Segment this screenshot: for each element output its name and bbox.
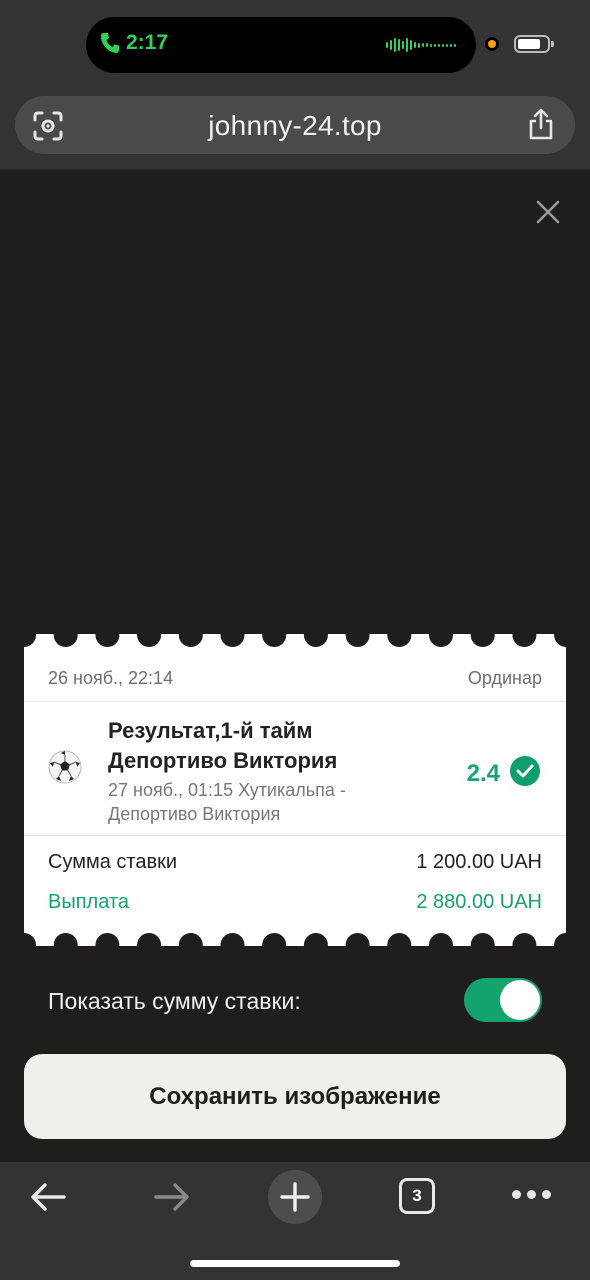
ticket-top-edge [24,634,566,648]
url-text: johnny-24.top [208,110,382,141]
show-stake-label: Показать сумму ставки: [48,988,301,1014]
save-image-button[interactable]: Сохранить изображение [24,1054,566,1139]
new-tab-button[interactable] [268,1170,322,1224]
selection-name: Депортиво Виктория [108,748,338,773]
share-icon[interactable] [527,108,555,140]
payout-label: Выплата [48,891,129,913]
check-icon [510,756,540,786]
new-tab-icon [280,1182,310,1212]
tabs-icon[interactable]: 3 [399,1178,435,1214]
forward-arrow-icon[interactable] [154,1182,190,1212]
battery-icon [514,35,554,53]
home-indicator [190,1260,400,1267]
audio-wave-icon [386,38,456,52]
address-bar[interactable]: johnny-24.top [15,96,575,154]
payout-value: 2 880.00 UAH [416,891,542,913]
ticket-header: 26 нояб., 22:14 Ординар [24,648,566,702]
show-stake-toggle[interactable] [464,978,542,1022]
phone-icon [101,33,119,53]
soccer-ball-icon [48,750,82,784]
market-name: Результат,1-й тайм [108,718,313,743]
status-bar: 2:17 [0,0,590,88]
back-arrow-icon[interactable] [30,1182,66,1212]
bet-type: Ординар [467,668,542,688]
stake-value: 1 200.00 UAH [416,851,542,873]
match-info: 27 нояб., 01:15 Хутикальпа - Депортиво В… [108,780,346,824]
call-indicator[interactable]: 2:17 [100,31,168,55]
browser-toolbar: 3 [0,1162,590,1280]
privacy-indicator-dot [485,37,499,51]
clock-time: 2:17 [126,31,169,54]
bet-date: 26 нояб., 22:14 [48,668,174,688]
odds-value: 2.4 [466,760,500,787]
more-icon[interactable] [512,1190,551,1199]
stake-label: Сумма ставки [48,851,178,873]
close-icon[interactable] [534,198,562,226]
dynamic-island[interactable]: 2:17 [86,17,476,73]
browser-header: johnny-24.top [0,88,590,170]
ticket-event: Результат,1-й тайм Депортиво Виктория 27… [24,702,566,836]
ticket-bottom-edge [24,932,566,946]
bet-ticket: 26 нояб., 22:14 Ординар Результат,1-й та… [24,648,566,932]
